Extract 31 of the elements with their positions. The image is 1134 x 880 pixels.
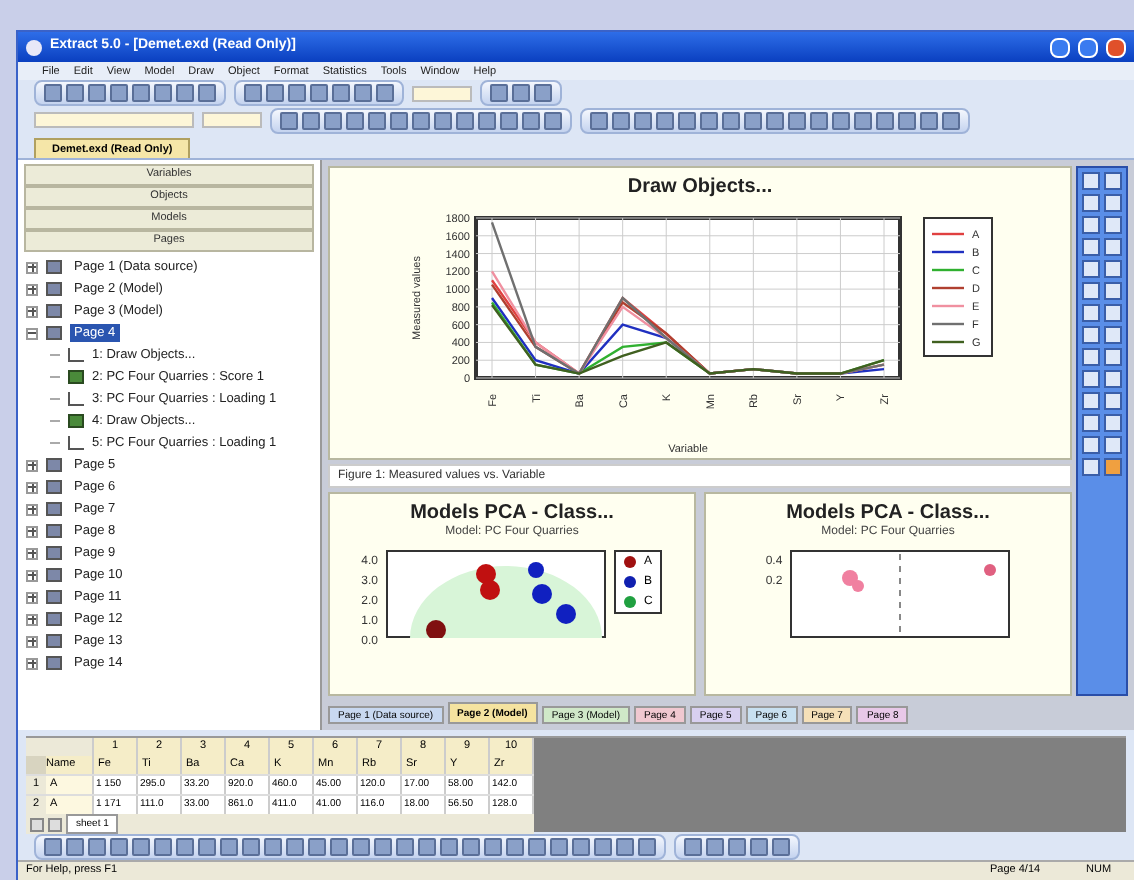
expand-icon[interactable] [26, 459, 38, 471]
app-icon [26, 39, 42, 55]
close-button[interactable] [1106, 37, 1126, 57]
line-chart-icon [68, 348, 84, 362]
maximize-button[interactable] [1078, 37, 1098, 57]
scatter-chart-icon [68, 370, 84, 384]
expand-icon[interactable] [26, 283, 38, 295]
chart-title: Draw Objects... [627, 176, 773, 201]
expand-icon[interactable] [26, 613, 38, 625]
collapse-icon[interactable] [26, 327, 38, 339]
scatter-chart-icon [68, 414, 84, 428]
grid-corner [26, 738, 94, 756]
expand-icon[interactable] [26, 591, 38, 603]
expand-icon[interactable] [26, 569, 38, 581]
scroll-left-button[interactable] [30, 817, 44, 831]
row-header-blank [26, 756, 46, 774]
chart-title: Models PCA - Class... [786, 501, 990, 525]
line-chart-icon [68, 436, 84, 450]
expand-icon[interactable] [26, 525, 38, 537]
expand-icon[interactable] [26, 657, 38, 669]
line-chart-icon [68, 392, 84, 406]
expand-icon[interactable] [26, 547, 38, 559]
minimize-button[interactable] [1050, 37, 1070, 57]
chart-title: Models PCA - Class... [410, 501, 614, 525]
scroll-right-button[interactable] [48, 817, 62, 831]
legend-box [923, 216, 993, 356]
expand-icon[interactable] [26, 635, 38, 647]
expand-icon[interactable] [26, 261, 38, 273]
expand-icon[interactable] [26, 503, 38, 515]
expand-icon[interactable] [26, 481, 38, 493]
expand-icon[interactable] [26, 305, 38, 317]
